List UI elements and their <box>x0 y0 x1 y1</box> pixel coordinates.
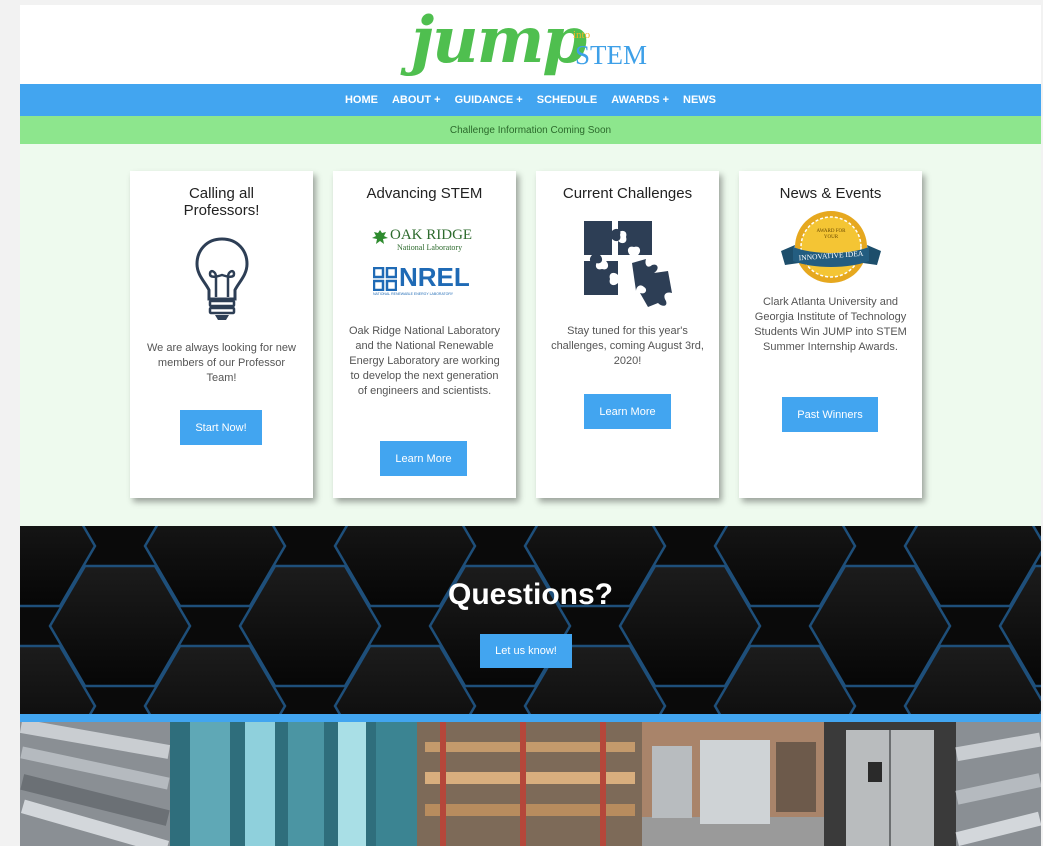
nav-news[interactable]: NEWS <box>676 94 723 106</box>
oak-ridge-logo: OAK RIDGE National Laboratory <box>371 227 481 255</box>
hexagon-background <box>20 526 1041 714</box>
card-news-events: News & Events AWARD FOR YOUR INNOVATIVE … <box>739 171 922 498</box>
site-header: jump into STEM <box>20 5 1041 84</box>
learn-more-button[interactable]: Learn More <box>584 394 671 429</box>
card-text: Stay tuned for this year's challenges, c… <box>551 325 704 367</box>
questions-title: Questions? <box>447 578 613 611</box>
announcement-bar: Challenge Information Coming Soon <box>20 116 1041 144</box>
industrial-photos-image <box>20 722 1041 846</box>
nrel-logo: NREL NATIONAL RENEWABLE ENERGY LABORATOR… <box>373 262 478 297</box>
let-us-know-button[interactable]: Let us know! <box>480 634 572 668</box>
oak-leaf-icon <box>372 230 388 244</box>
card-title: News & Events <box>779 185 882 202</box>
nav-awards[interactable]: AWARDS + <box>604 94 676 106</box>
nrel-mark-icon <box>373 267 397 291</box>
award-badge-icon <box>781 211 881 283</box>
divider-strip <box>20 714 1041 722</box>
questions-section: Questions? Let us know! <box>20 526 1041 714</box>
jump-into-stem-logo[interactable]: jump into STEM <box>411 5 651 79</box>
nav-home[interactable]: HOME <box>338 94 385 106</box>
card-title: Calling all Professors! <box>183 185 260 219</box>
logo-jump-text: jump <box>411 5 587 78</box>
photo-strip <box>20 722 1041 846</box>
feature-cards: Calling all Professors! We are always lo… <box>20 171 1041 498</box>
nrel-name: NREL <box>399 262 470 292</box>
card-text: We are always looking for new members of… <box>147 342 296 384</box>
card-text: Clark Atlanta University and Georgia Ins… <box>754 296 907 353</box>
card-title: Current Challenges <box>562 185 693 202</box>
logo-stem-text: STEM <box>575 40 648 70</box>
page: jump into STEM HOME ABOUT + GUIDANCE + S… <box>20 5 1041 846</box>
oak-ridge-name: OAK RIDGE <box>390 227 473 243</box>
start-now-button[interactable]: Start Now! <box>180 410 262 445</box>
card-title: Advancing STEM <box>366 185 483 202</box>
card-current-challenges: Current Challenges Stay tuned for this y… <box>536 171 719 498</box>
nav-about[interactable]: ABOUT + <box>385 94 448 106</box>
lightbulb-icon <box>195 237 249 320</box>
badge-top-text: AWARD FOR YOUR <box>816 229 846 240</box>
nrel-sub: NATIONAL RENEWABLE ENERGY LABORATORY <box>373 292 454 296</box>
card-advancing-stem: Advancing STEM OAK RIDGE National Labora… <box>333 171 516 498</box>
nav-schedule[interactable]: SCHEDULE <box>530 94 605 106</box>
learn-more-button[interactable]: Learn More <box>380 441 467 476</box>
card-professors: Calling all Professors! We are always lo… <box>130 171 313 498</box>
card-text: Oak Ridge National Laboratory and the Na… <box>348 325 501 397</box>
main-nav: HOME ABOUT + GUIDANCE + SCHEDULE AWARDS … <box>20 84 1041 116</box>
puzzle-icon <box>584 221 672 307</box>
nav-guidance[interactable]: GUIDANCE + <box>448 94 530 106</box>
oak-ridge-sub: National Laboratory <box>397 243 463 252</box>
past-winners-button[interactable]: Past Winners <box>782 397 878 432</box>
